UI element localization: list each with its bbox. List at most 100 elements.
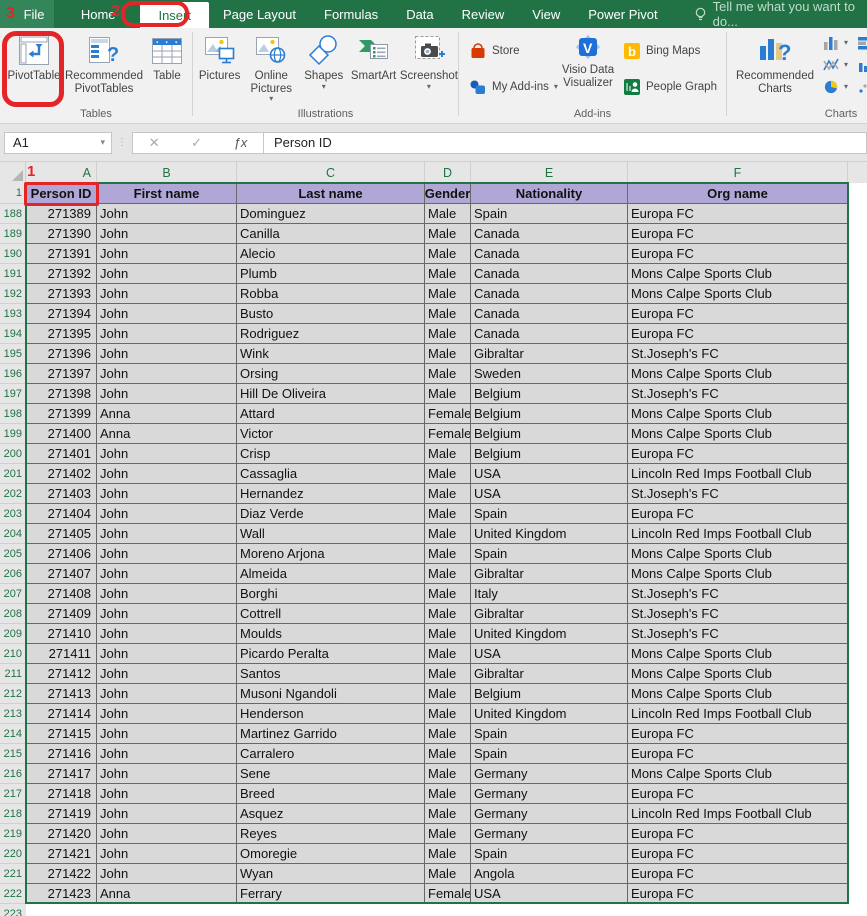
- cell-person-id[interactable]: 271416: [26, 744, 97, 764]
- people-graph-button[interactable]: People Graph: [623, 78, 717, 96]
- cell-last-name[interactable]: Crisp: [237, 444, 425, 464]
- header-cell-first-name[interactable]: First name: [97, 183, 237, 204]
- tell-me-box[interactable]: Tell me what you want to do...: [694, 0, 867, 29]
- cell-person-id[interactable]: 271401: [26, 444, 97, 464]
- cell-org-name[interactable]: Europa FC: [628, 864, 848, 884]
- cell-first-name[interactable]: Anna: [97, 884, 237, 904]
- cell-nationality[interactable]: Canada: [471, 224, 628, 244]
- row-header[interactable]: 220: [0, 844, 26, 864]
- cell-first-name[interactable]: John: [97, 724, 237, 744]
- cell-last-name[interactable]: Martinez Garrido: [237, 724, 425, 744]
- cell-person-id[interactable]: 271397: [26, 364, 97, 384]
- cell-org-name[interactable]: Mons Calpe Sports Club: [628, 564, 848, 584]
- cell-last-name[interactable]: Cottrell: [237, 604, 425, 624]
- chevron-down-icon[interactable]: ▾: [322, 83, 326, 91]
- cell-person-id[interactable]: 271391: [26, 244, 97, 264]
- column-header-d[interactable]: D: [425, 162, 471, 183]
- cancel-icon[interactable]: ✕: [149, 135, 160, 151]
- cell-gender[interactable]: Male: [425, 344, 471, 364]
- cell-first-name[interactable]: John: [97, 844, 237, 864]
- cell-org-name[interactable]: Lincoln Red Imps Football Club: [628, 464, 848, 484]
- cell-org-name[interactable]: Europa FC: [628, 784, 848, 804]
- tab-insert[interactable]: Insert: [140, 2, 209, 28]
- tab-home[interactable]: Home: [67, 0, 130, 28]
- chevron-down-icon[interactable]: ▾: [269, 95, 273, 103]
- cell-org-name[interactable]: Europa FC: [628, 304, 848, 324]
- cell-nationality[interactable]: Spain: [471, 544, 628, 564]
- cell-first-name[interactable]: John: [97, 304, 237, 324]
- cell-gender[interactable]: Male: [425, 584, 471, 604]
- cell-first-name[interactable]: John: [97, 264, 237, 284]
- row-header[interactable]: 200: [0, 444, 26, 464]
- cell-nationality[interactable]: Spain: [471, 744, 628, 764]
- cell-gender[interactable]: Male: [425, 644, 471, 664]
- row-header[interactable]: 193: [0, 304, 26, 324]
- cell-org-name[interactable]: St.Joseph's FC: [628, 484, 848, 504]
- my-addins-button[interactable]: My Add-ins ▾: [469, 78, 558, 96]
- cell-gender[interactable]: Male: [425, 764, 471, 784]
- screenshot-button[interactable]: Screenshot ▾: [400, 28, 458, 103]
- cell-person-id[interactable]: 271399: [26, 404, 97, 424]
- cell-last-name[interactable]: Moreno Arjona: [237, 544, 425, 564]
- cell-person-id[interactable]: 271408: [26, 584, 97, 604]
- cell-person-id[interactable]: 271402: [26, 464, 97, 484]
- cell-person-id[interactable]: 271403: [26, 484, 97, 504]
- store-button[interactable]: Store: [469, 42, 520, 60]
- cell-org-name[interactable]: Europa FC: [628, 204, 848, 224]
- cell-last-name[interactable]: Wyan: [237, 864, 425, 884]
- cell-first-name[interactable]: John: [97, 604, 237, 624]
- cell-nationality[interactable]: USA: [471, 484, 628, 504]
- tab-formulas[interactable]: Formulas: [310, 0, 392, 28]
- row-header[interactable]: 198: [0, 404, 26, 424]
- cell-org-name[interactable]: Europa FC: [628, 324, 848, 344]
- cell-nationality[interactable]: Germany: [471, 764, 628, 784]
- cell-last-name[interactable]: Hernandez: [237, 484, 425, 504]
- insert-line-chart-button[interactable]: ▾: [823, 58, 848, 72]
- cell-gender[interactable]: Male: [425, 804, 471, 824]
- cell-org-name[interactable]: Europa FC: [628, 224, 848, 244]
- cell-person-id[interactable]: 271419: [26, 804, 97, 824]
- cell-last-name[interactable]: Plumb: [237, 264, 425, 284]
- cell-person-id[interactable]: 271410: [26, 624, 97, 644]
- column-header-c[interactable]: C: [237, 162, 425, 183]
- tab-page-layout[interactable]: Page Layout: [209, 0, 310, 28]
- row-header[interactable]: 199: [0, 424, 26, 444]
- cell-org-name[interactable]: Europa FC: [628, 444, 848, 464]
- row-header[interactable]: 192: [0, 284, 26, 304]
- cell-last-name[interactable]: Borghi: [237, 584, 425, 604]
- cell-first-name[interactable]: John: [97, 284, 237, 304]
- cell-first-name[interactable]: John: [97, 244, 237, 264]
- row-header[interactable]: 212: [0, 684, 26, 704]
- cell-last-name[interactable]: Picardo Peralta: [237, 644, 425, 664]
- tab-data[interactable]: Data: [392, 0, 447, 28]
- name-box[interactable]: A1 ▾: [4, 132, 112, 154]
- cell-person-id[interactable]: 271414: [26, 704, 97, 724]
- name-box-dropdown-icon[interactable]: ▾: [100, 137, 111, 148]
- cell-last-name[interactable]: Ferrary: [237, 884, 425, 904]
- cell-first-name[interactable]: John: [97, 504, 237, 524]
- row-header[interactable]: 218: [0, 804, 26, 824]
- row-header-partial[interactable]: 223: [0, 904, 26, 916]
- cell-first-name[interactable]: John: [97, 384, 237, 404]
- cell-gender[interactable]: Male: [425, 304, 471, 324]
- column-header-b[interactable]: B: [97, 162, 237, 183]
- cell-org-name[interactable]: Mons Calpe Sports Club: [628, 404, 848, 424]
- cell-first-name[interactable]: John: [97, 744, 237, 764]
- row-header[interactable]: 201: [0, 464, 26, 484]
- cell-last-name[interactable]: Reyes: [237, 824, 425, 844]
- pictures-button[interactable]: Pictures: [197, 28, 242, 103]
- cell-nationality[interactable]: Belgium: [471, 404, 628, 424]
- cell-org-name[interactable]: St.Joseph's FC: [628, 584, 848, 604]
- header-cell-gender[interactable]: Gender: [425, 183, 471, 204]
- row-header[interactable]: 211: [0, 664, 26, 684]
- cell-org-name[interactable]: Mons Calpe Sports Club: [628, 264, 848, 284]
- row-header[interactable]: 209: [0, 624, 26, 644]
- cell-last-name[interactable]: Busto: [237, 304, 425, 324]
- cell-last-name[interactable]: Asquez: [237, 804, 425, 824]
- cell-first-name[interactable]: John: [97, 524, 237, 544]
- row-header[interactable]: 204: [0, 524, 26, 544]
- cell-person-id[interactable]: 271405: [26, 524, 97, 544]
- chevron-down-icon[interactable]: ▾: [427, 83, 431, 91]
- cell-first-name[interactable]: John: [97, 344, 237, 364]
- row-header[interactable]: 214: [0, 724, 26, 744]
